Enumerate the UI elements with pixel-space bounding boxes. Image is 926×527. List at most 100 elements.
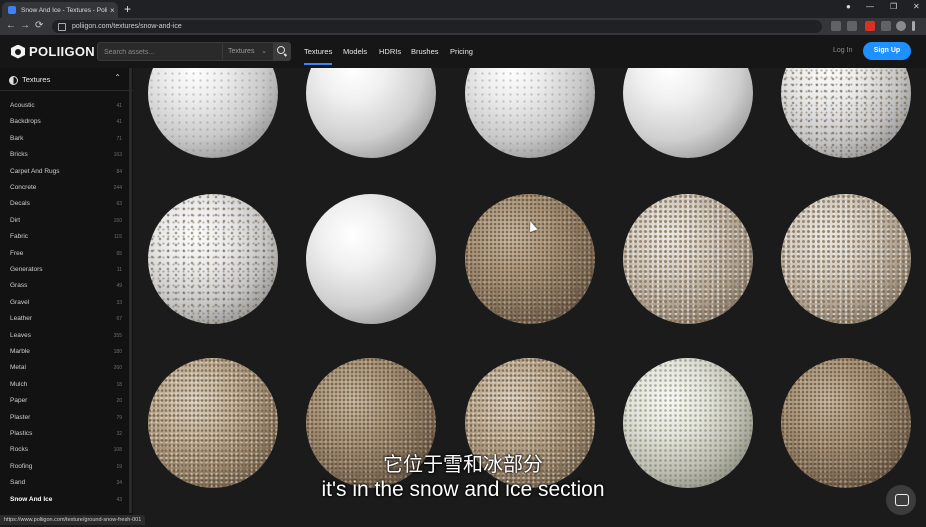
category-count: 49 <box>116 283 122 290</box>
texture-preview-sphere[interactable] <box>465 68 595 158</box>
category-label: Plastics <box>10 430 33 437</box>
sidebar-item-grass[interactable]: Grass 49 <box>10 282 122 294</box>
tab-title: Snow And Ice - Textures - Poliig... <box>21 6 107 14</box>
login-link[interactable]: Log In <box>833 47 852 54</box>
search-scope-select[interactable]: Textures ⌄ <box>222 44 270 59</box>
sidebar-item-free[interactable]: Free 65 <box>10 250 122 262</box>
reload-button[interactable]: ⟳ <box>35 20 43 31</box>
poliigon-logo[interactable]: POLIIGON <box>11 44 95 59</box>
category-label: Free <box>10 249 24 257</box>
category-label: Bark <box>10 134 24 142</box>
minimize-button[interactable]: — <box>866 2 874 11</box>
sidebar-item-decals[interactable]: Decals 63 <box>10 200 122 212</box>
category-label: Mulch <box>10 380 28 388</box>
logo-text: POLIIGON <box>29 44 95 59</box>
category-count: 79 <box>116 414 122 421</box>
category-label: Metal <box>10 364 26 372</box>
sidebar-item-marble[interactable]: Marble 180 <box>10 348 122 360</box>
sidebar-item-concrete[interactable]: Concrete 244 <box>10 184 122 196</box>
category-count: 115 <box>114 234 122 241</box>
sidebar-item-leaves[interactable]: Leaves 355 <box>10 332 122 344</box>
chevron-down-icon: ⌄ <box>261 48 267 55</box>
browser-tab[interactable]: Snow And Ice - Textures - Poliig... × <box>2 2 118 18</box>
forward-button[interactable]: → <box>20 20 30 31</box>
category-count: 65 <box>116 250 122 257</box>
sidebar-item-fabric[interactable]: Fabric 115 <box>10 233 122 245</box>
category-label: Leather <box>10 315 33 323</box>
nav-models[interactable]: Models <box>343 47 367 56</box>
category-label: Concrete <box>10 184 37 191</box>
signup-button[interactable]: Sign Up <box>863 42 911 60</box>
sidebar-item-plastics[interactable]: Plastics 32 <box>10 430 122 442</box>
translate-icon[interactable] <box>831 21 841 31</box>
subtitle-chinese: 它位于雪和冰部分 <box>383 452 543 476</box>
adblock-extension-icon[interactable] <box>865 21 875 31</box>
texture-preview-sphere[interactable] <box>465 194 595 324</box>
lock-icon <box>58 22 66 31</box>
avatar[interactable] <box>896 21 906 31</box>
texture-preview-sphere[interactable] <box>148 194 278 324</box>
texture-preview-sphere[interactable] <box>623 68 753 158</box>
category-count: 180 <box>113 349 122 355</box>
sidebar-item-bricks[interactable]: Bricks 163 <box>10 151 122 163</box>
texture-preview-sphere[interactable] <box>306 194 436 324</box>
nav-textures[interactable]: Textures <box>304 47 333 65</box>
texture-preview-sphere[interactable] <box>781 68 911 158</box>
category-count: 163 <box>113 152 122 159</box>
url-text: poliigon.com/textures/snow-and-ice <box>72 23 182 30</box>
tab-close-icon[interactable]: × <box>110 6 115 15</box>
category-count: 260 <box>113 365 122 372</box>
category-count: 41 <box>116 103 122 109</box>
category-label: Dirt <box>10 216 21 224</box>
sidebar-item-gravel[interactable]: Gravel 33 <box>10 299 122 311</box>
category-count: 84 <box>116 168 122 175</box>
chat-button[interactable] <box>886 485 916 515</box>
bookmark-star-icon[interactable] <box>847 21 857 31</box>
sidebar-item-metal[interactable]: Metal 260 <box>10 364 122 376</box>
sidebar-title: Textures <box>22 75 51 84</box>
sidebar-item-backdrops[interactable]: Backdrops 41 <box>10 118 122 130</box>
maximize-button[interactable]: ❐ <box>890 2 897 11</box>
sidebar-item-leather[interactable]: Leather 67 <box>10 315 122 327</box>
url-field[interactable]: poliigon.com/textures/snow-and-ice <box>52 20 822 33</box>
category-label: Carpet And Rugs <box>10 167 60 175</box>
search-input[interactable] <box>102 45 221 60</box>
category-count: 63 <box>116 201 122 208</box>
new-tab-button[interactable]: + <box>124 2 131 16</box>
texture-preview-sphere[interactable] <box>148 68 278 158</box>
sidebar-item-bark[interactable]: Bark 71 <box>10 135 122 147</box>
profile-icon[interactable]: ● <box>846 2 851 11</box>
texture-preview-sphere[interactable] <box>306 68 436 158</box>
category-count: 71 <box>116 135 122 142</box>
extension-icon[interactable] <box>881 21 891 31</box>
category-label: Decals <box>10 200 30 208</box>
nav-brushes[interactable]: Brushes <box>411 47 439 56</box>
category-label: Backdrops <box>10 118 41 126</box>
texture-preview-sphere[interactable] <box>781 194 911 324</box>
textures-icon <box>9 76 18 85</box>
sidebar-item-generators[interactable]: Generators 11 <box>10 266 122 278</box>
back-button[interactable]: ← <box>6 20 16 31</box>
browser-menu-icon[interactable] <box>912 21 915 31</box>
sidebar-item-carpet-and-rugs[interactable]: Carpet And Rugs 84 <box>10 168 122 180</box>
category-count: 20 <box>116 398 122 405</box>
category-count: 41 <box>116 119 122 126</box>
category-label: Plaster <box>10 413 31 421</box>
nav-pricing[interactable]: Pricing <box>450 47 473 56</box>
close-window-button[interactable]: ✕ <box>913 2 920 11</box>
search-button[interactable] <box>273 43 290 60</box>
sidebar-scrollbar[interactable] <box>129 68 132 513</box>
category-count: 33 <box>116 299 122 306</box>
category-label: Bricks <box>10 151 28 159</box>
sidebar-item-paper[interactable]: Paper 20 <box>10 397 122 409</box>
sidebar-item-mulch[interactable]: Mulch 18 <box>10 381 122 393</box>
texture-preview-sphere[interactable] <box>623 194 753 324</box>
sidebar-item-acoustic[interactable]: Acoustic 41 <box>10 102 122 114</box>
sidebar-header[interactable]: Textures ⌃ <box>0 68 133 91</box>
category-label: Marble <box>10 348 30 355</box>
sidebar-item-plaster[interactable]: Plaster 79 <box>10 414 122 426</box>
nav-hdris[interactable]: HDRIs <box>379 47 401 56</box>
address-bar-row: ← → ⟳ poliigon.com/textures/snow-and-ice <box>0 18 926 35</box>
chevron-up-icon[interactable]: ⌃ <box>114 73 121 82</box>
sidebar-item-dirt[interactable]: Dirt 150 <box>10 217 122 229</box>
